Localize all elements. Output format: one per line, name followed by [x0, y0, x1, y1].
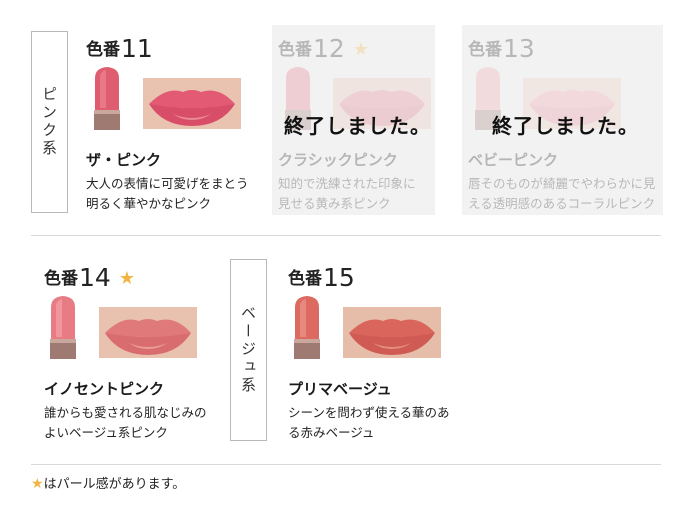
product-number: 15: [323, 263, 355, 292]
footer-divider: [31, 464, 661, 465]
discontinued-label: 終了しました。: [492, 114, 639, 138]
product-title-label: 色番: [278, 40, 312, 60]
product-title-label: 色番: [468, 40, 502, 60]
section-divider: [31, 235, 661, 236]
product-name: イノセントピンク: [44, 380, 165, 398]
product-name: ザ・ピンク: [86, 151, 162, 169]
product-title-label: 色番: [86, 40, 120, 60]
group-label-pink: ピンク系: [31, 31, 68, 213]
lip-swatch-image: [343, 307, 441, 358]
product-title: 色番 14 ★: [44, 265, 135, 290]
lip-swatch-image: [143, 78, 241, 129]
product-name: ベビーピンク: [468, 151, 559, 169]
product-description: 知的で洗練された印象に 見せる黄み系ピンク: [278, 176, 416, 211]
product-title: 色番 15: [288, 265, 355, 290]
pearl-star-icon: ★: [31, 476, 44, 492]
lipstick-image: [94, 67, 120, 130]
group-label-beige-text: ベージュ系: [239, 305, 257, 395]
product-number: 11: [121, 34, 153, 63]
pearl-footnote: ★はパール感があります。: [31, 473, 185, 492]
product-description: 大人の表情に可愛げをまとう 明るく華やかなピンク: [86, 176, 249, 211]
lipstick-image: [294, 296, 320, 359]
product-name: クラシックピンク: [278, 151, 398, 169]
product-title: 色番 12 ★: [278, 36, 369, 61]
product-number: 14: [79, 263, 111, 292]
product-number: 13: [503, 34, 535, 63]
pearl-star-icon: ★: [118, 268, 135, 289]
product-title-label: 色番: [288, 269, 322, 289]
lip-swatch-image: [99, 307, 197, 358]
group-label-beige: ベージュ系: [230, 259, 267, 441]
product-number: 12: [313, 34, 345, 63]
product-description: 唇そのものが綺麗でやわらかに見 える透明感のあるコーラルピンク: [468, 176, 656, 211]
pearl-footnote-text: はパール感があります。: [43, 477, 186, 492]
pearl-star-icon: ★: [352, 39, 369, 60]
product-description: シーンを問わず使える華のあ る赤みベージュ: [288, 405, 450, 440]
product-title: 色番 11: [86, 36, 153, 61]
lipstick-image: [50, 296, 76, 359]
product-name: プリマベージュ: [288, 380, 392, 398]
product-description: 誰からも愛される肌なじみの よいベージュ系ピンク: [44, 405, 207, 440]
group-label-pink-text: ピンク系: [40, 86, 58, 158]
discontinued-label: 終了しました。: [284, 114, 431, 138]
product-title: 色番 13: [468, 36, 535, 61]
product-title-label: 色番: [44, 269, 78, 289]
